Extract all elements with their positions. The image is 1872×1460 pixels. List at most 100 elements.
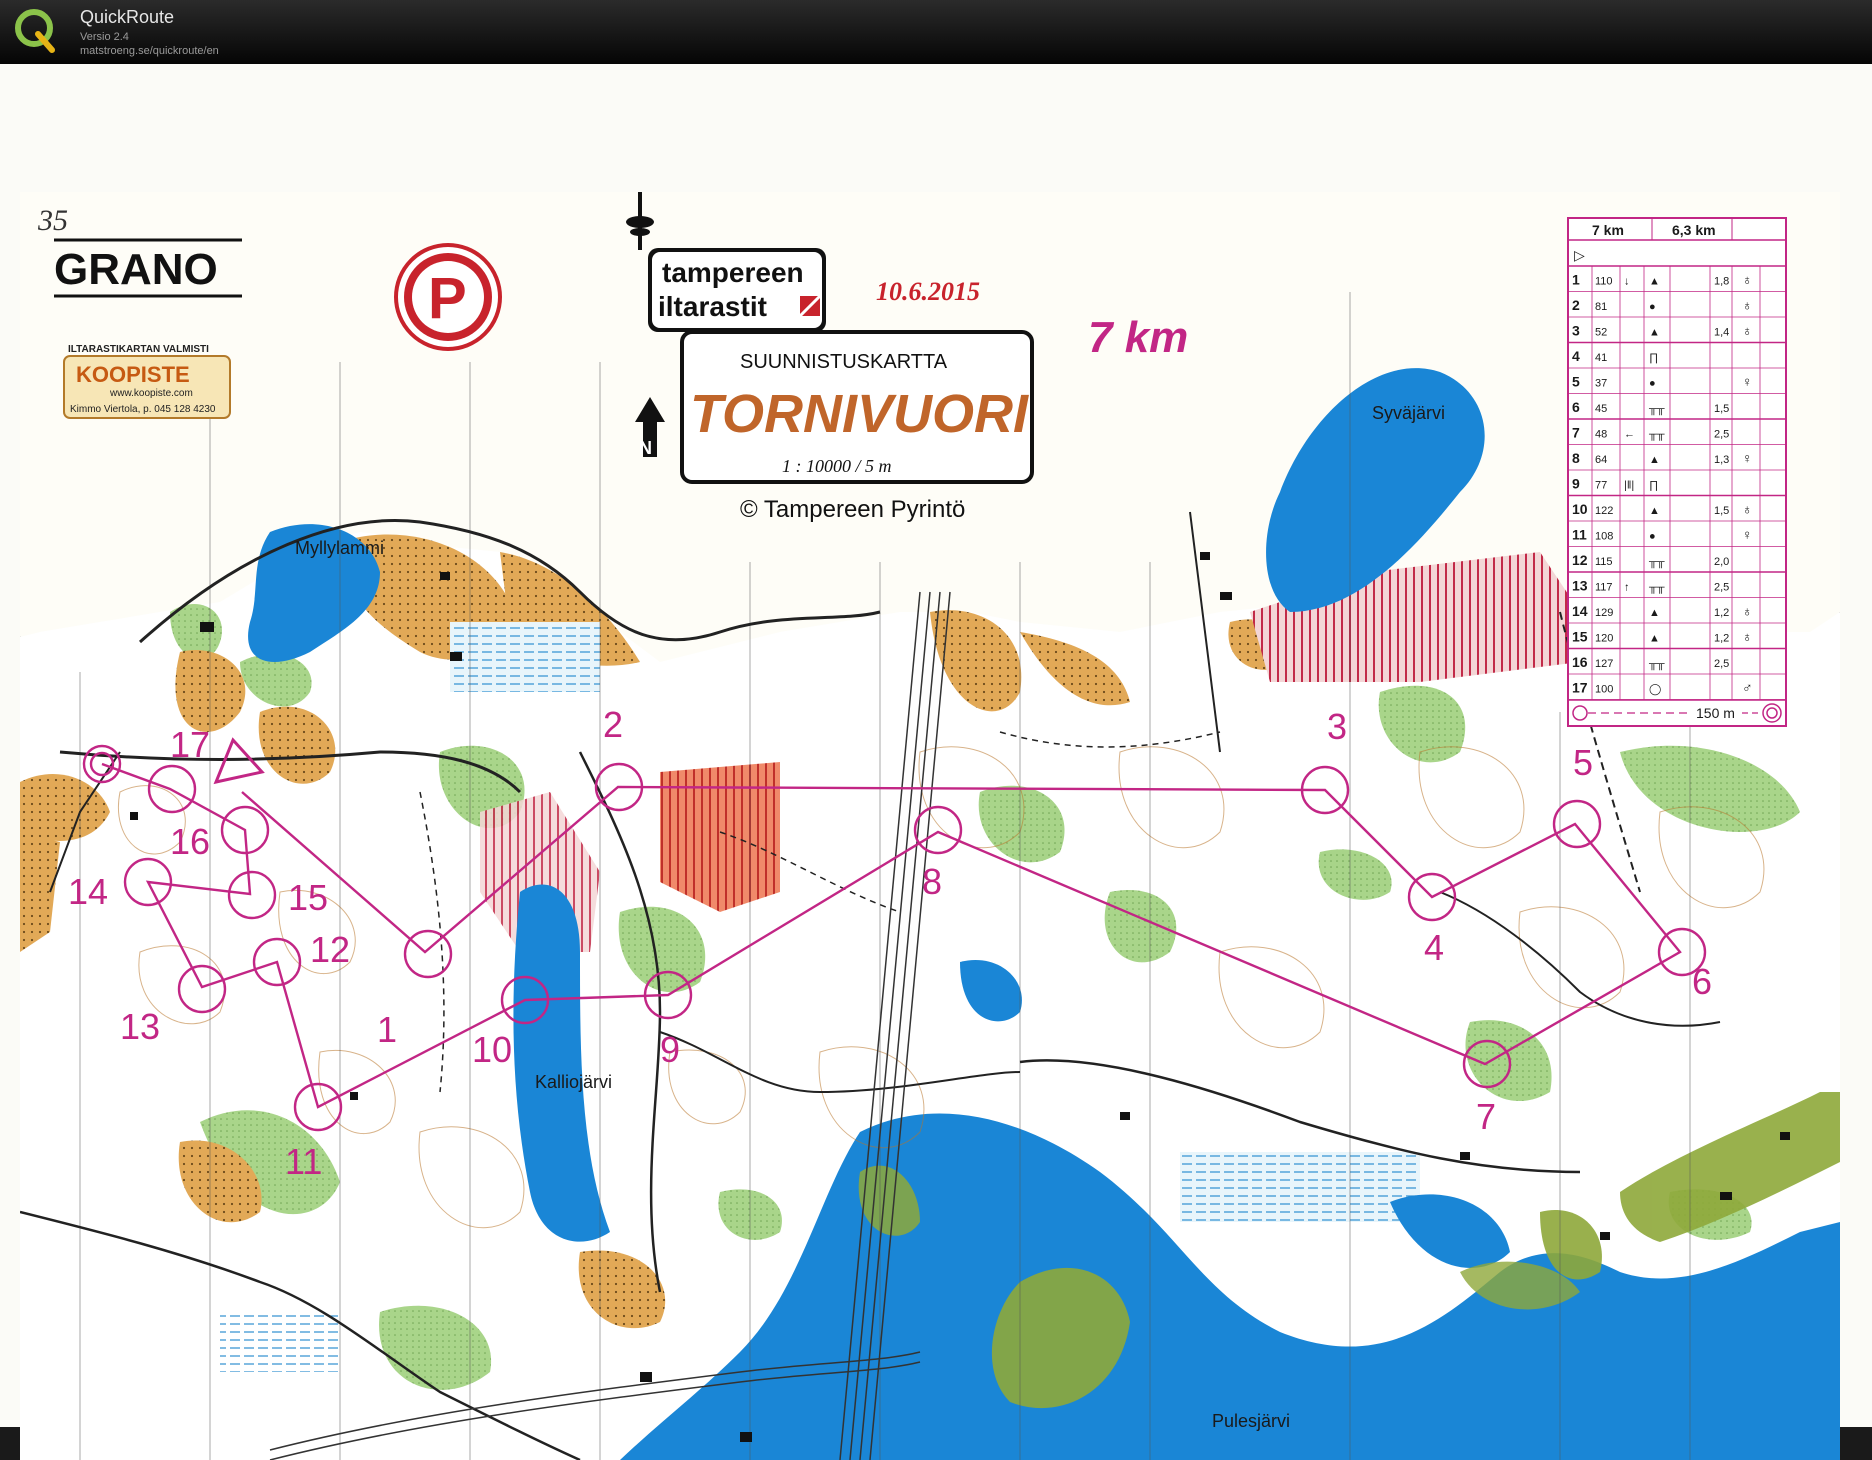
lake-label-pulesjarvi: Pulesjärvi: [1212, 1411, 1290, 1431]
desc-cell-code: 108: [1595, 531, 1613, 543]
maker-contact: Kimmo Viertola, p. 045 128 4230: [70, 404, 216, 415]
desc-cell-code: 48: [1595, 429, 1607, 441]
desc-cell-dim: 1,2: [1714, 633, 1729, 645]
parking-letter: P: [428, 266, 467, 331]
desc-cell-code: 120: [1595, 633, 1613, 645]
desc-cell-dim: 2,0: [1714, 556, 1729, 568]
desc-cell-code: 117: [1595, 582, 1613, 594]
map-title-box: SUUNNISTUSKARTTA TORNIVUORI 1 : 10000 / …: [680, 330, 1034, 484]
app-url: matstroeng.se/quickroute/en: [80, 45, 219, 57]
desc-finish-distance: 150 m: [1696, 705, 1735, 721]
control-number-2: 2: [603, 704, 623, 745]
brand-line-1: tampereen: [662, 257, 804, 288]
grano-logo: GRANO: [54, 238, 242, 298]
desc-cell-code: 52: [1595, 327, 1607, 339]
desc-cell-code: 110: [1595, 276, 1613, 288]
desc-cell-n: 11: [1572, 527, 1587, 543]
desc-cell-extra: ♁: [1742, 629, 1753, 645]
desc-cell-code: 127: [1595, 658, 1613, 670]
control-number-16: 16: [170, 821, 210, 862]
desc-cell-dim: 1,3: [1714, 454, 1729, 466]
desc-cell-dir: ↑: [1624, 582, 1630, 594]
desc-cell-dim: 2,5: [1714, 429, 1729, 441]
desc-cell-code: 129: [1595, 607, 1613, 619]
desc-cell-sym: ╥╥: [1648, 582, 1665, 595]
desc-cell-dim: 1,8: [1714, 276, 1729, 288]
desc-cell-n: 9: [1572, 476, 1580, 492]
desc-cell-sym: ▲: [1649, 276, 1660, 288]
desc-cell-extra: ♀: [1742, 527, 1753, 543]
desc-cell-extra: ♁: [1742, 501, 1753, 517]
control-number-13: 13: [120, 1006, 160, 1047]
desc-start-symbol: ▷: [1574, 247, 1585, 263]
lake-label-syvajarvi: Syväjärvi: [1372, 403, 1445, 423]
desc-cell-sym: ●: [1649, 531, 1656, 543]
control-number-17: 17: [170, 724, 210, 765]
desc-cell-sym: ╥╥: [1648, 658, 1665, 671]
desc-cell-code: 41: [1595, 352, 1607, 364]
desc-cell-code: 37: [1595, 378, 1607, 390]
desc-cell-n: 10: [1572, 501, 1588, 517]
map-copyright: © Tampereen Pyrintö: [740, 496, 965, 523]
control-description-sheet: 7 km 6,3 km ▷ 1 110 ↓ ▲ 1,8 ♁2 81 ● ♁3 52 ▲ 1,4 ♁4 41…: [1567, 217, 1787, 727]
desc-cell-sym: ▲: [1649, 607, 1660, 619]
desc-cell-code: 100: [1595, 684, 1613, 696]
desc-cell-n: 12: [1572, 552, 1588, 568]
desc-cell-n: 2: [1572, 297, 1580, 313]
desc-cell-n: 6: [1572, 399, 1580, 415]
control-number-3: 3: [1327, 706, 1347, 747]
maker-web: www.koopiste.com: [109, 388, 193, 399]
desc-cell-code: 122: [1595, 505, 1613, 517]
desc-cell-code: 45: [1595, 403, 1607, 415]
grano-text: GRANO: [54, 245, 218, 294]
control-number-15: 15: [288, 877, 328, 918]
desc-cell-n: 14: [1572, 603, 1588, 619]
desc-cell-sym: ╥╥: [1648, 556, 1665, 569]
desc-cell-n: 4: [1572, 348, 1580, 364]
desc-cell-sym: ╥╥: [1648, 429, 1665, 442]
map-name: TORNIVUORI: [690, 384, 1029, 444]
desc-cell-sym: ▲: [1649, 505, 1660, 517]
svg-text:N: N: [639, 438, 652, 458]
desc-cell-dir: ←: [1624, 429, 1635, 441]
desc-cell-sym: ●: [1649, 378, 1656, 390]
desc-cell-n: 16: [1572, 654, 1588, 670]
app-name: QuickRoute: [80, 7, 175, 27]
desc-cell-extra: ♁: [1742, 323, 1753, 339]
desc-header-left: 7 km: [1592, 222, 1624, 238]
desc-cell-dim: 1,5: [1714, 403, 1729, 415]
app-titlebar: QuickRoute Versio 2.4 matstroeng.se/quic…: [0, 0, 1872, 64]
desc-cell-dir: |‖|: [1624, 480, 1634, 492]
desc-cell-dim: 1,4: [1714, 327, 1729, 339]
desc-cell-extra: ♀: [1742, 374, 1753, 390]
desc-cell-n: 1: [1572, 272, 1580, 288]
desc-cell-extra: ♀: [1742, 450, 1753, 466]
control-number-6: 6: [1692, 961, 1712, 1002]
desc-cell-n: 7: [1572, 425, 1580, 441]
event-date: 10.6.2015: [876, 277, 980, 306]
desc-cell-n: 5: [1572, 374, 1580, 390]
desc-cell-sym: ▲: [1649, 327, 1660, 339]
desc-cell-sym: ▲: [1649, 633, 1660, 645]
desc-cell-n: 3: [1572, 323, 1580, 339]
lake-label-kalliojarvi: Kalliojärvi: [535, 1072, 612, 1092]
quickroute-logo-icon: [15, 9, 55, 53]
control-number-12: 12: [310, 929, 350, 970]
app-version: Versio 2.4: [80, 31, 129, 43]
orienteering-map[interactable]: Myllylammi Syväjärvi Kalliojärvi Pulesjä…: [20, 192, 1840, 1460]
map-maker-box: ILTARASTIKARTAN VALMISTI KOOPISTE www.ko…: [63, 344, 231, 419]
maker-name: KOOPISTE: [76, 362, 190, 387]
desc-cell-extra: ♂: [1742, 680, 1753, 696]
control-number-11: 11: [285, 1141, 322, 1182]
desc-cell-sym: ◯: [1649, 684, 1661, 696]
desc-cell-sym: ╥╥: [1648, 403, 1665, 416]
control-number-5: 5: [1573, 742, 1593, 783]
maker-header: ILTARASTIKARTAN VALMISTI: [68, 344, 209, 355]
desc-cell-extra: ♁: [1742, 297, 1753, 313]
desc-cell-sym: ●: [1649, 301, 1656, 313]
desc-cell-dim: 1,2: [1714, 607, 1729, 619]
control-number-14: 14: [68, 871, 108, 912]
desc-cell-n: 15: [1572, 629, 1588, 645]
desc-cell-sym: ▲: [1649, 454, 1660, 466]
desc-cell-dim: 2,5: [1714, 582, 1729, 594]
